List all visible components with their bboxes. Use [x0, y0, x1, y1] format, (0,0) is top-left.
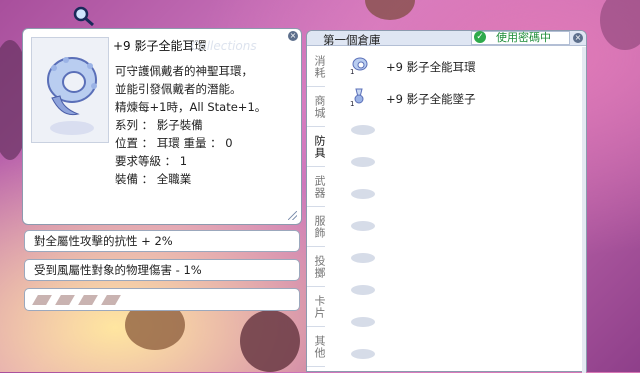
- card-slot[interactable]: [55, 295, 75, 305]
- storage-title: 第一個倉庫: [323, 33, 381, 47]
- description-line: 裝備 ： 全職業: [115, 172, 192, 186]
- empty-slot-icon: [351, 157, 375, 167]
- empty-slot-icon: [351, 189, 375, 199]
- close-icon[interactable]: ×: [288, 31, 298, 41]
- empty-slot[interactable]: [329, 241, 579, 273]
- tab-others[interactable]: 其他: [307, 327, 326, 367]
- tab-consumables[interactable]: 消耗: [307, 47, 326, 87]
- card-slot[interactable]: [101, 295, 121, 305]
- empty-slot-icon: [351, 221, 375, 231]
- close-icon[interactable]: ×: [573, 33, 583, 43]
- item-description: 可守護佩戴者的神聖耳環， 並能引發佩戴者的潛能。 精煉每+1時，All Stat…: [115, 62, 295, 188]
- tab-costumes[interactable]: 服飾: [307, 207, 326, 247]
- description-line: 精煉每+1時，All State+1。: [115, 100, 267, 114]
- empty-slot[interactable]: [329, 113, 579, 145]
- check-icon: ✓: [474, 31, 486, 43]
- password-status-badge: ✓ 使用密碼中: [471, 31, 570, 45]
- resize-handle[interactable]: [288, 211, 297, 220]
- empty-slot-icon: [351, 349, 375, 359]
- tab-armor[interactable]: 防具: [307, 127, 326, 167]
- list-item[interactable]: 1 +9 影子全能墜子: [329, 81, 579, 113]
- earring-icon: 1: [350, 57, 368, 75]
- tab-throwables[interactable]: 投擲: [307, 247, 326, 287]
- storage-window[interactable]: 第一個倉庫 ✓ 使用密碼中 × 消耗 商城 防具 武器 服飾 投擲 卡片 其他 …: [306, 30, 587, 373]
- item-info-window[interactable]: +9 影子全能耳環 Collections × 可守護佩戴者的神聖耳環， 並能引…: [22, 28, 302, 225]
- tab-cards[interactable]: 卡片: [307, 287, 326, 327]
- empty-slot-icon: [351, 125, 375, 135]
- item-label: +9 影子全能墜子: [386, 92, 476, 106]
- empty-slot[interactable]: [329, 177, 579, 209]
- description-line: 系列 ： 影子裝備: [115, 118, 203, 132]
- storage-scrollbar[interactable]: [582, 47, 586, 373]
- empty-slot[interactable]: [329, 209, 579, 241]
- magnifier-cursor-icon: [72, 5, 96, 27]
- storage-tabs: 消耗 商城 防具 武器 服飾 投擲 卡片 其他: [307, 47, 326, 367]
- empty-slot[interactable]: [329, 337, 579, 369]
- password-status-label: 使用密碼中: [496, 31, 551, 44]
- storage-header[interactable]: 第一個倉庫 ✓ 使用密碼中 ×: [307, 31, 586, 47]
- pendant-icon: 1: [350, 88, 364, 107]
- list-item[interactable]: 1 +9 影子全能耳環: [329, 49, 579, 81]
- collections-watermark: Collections: [191, 39, 257, 53]
- item-illustration-frame: [31, 37, 109, 143]
- enchant-option-bar: 對全屬性攻擊的抗性 + 2%: [24, 230, 300, 252]
- tab-mall[interactable]: 商城: [307, 87, 326, 127]
- earring-illustration-icon: [47, 57, 97, 135]
- card-slot[interactable]: [78, 295, 98, 305]
- empty-slot[interactable]: [329, 273, 579, 305]
- empty-slot-icon: [351, 317, 375, 327]
- description-line: 可守護佩戴者的神聖耳環，: [115, 64, 253, 78]
- card-slot[interactable]: [32, 295, 52, 305]
- description-line: 位置 ： 耳環 重量 ： 0: [115, 136, 233, 150]
- item-label: +9 影子全能耳環: [386, 60, 476, 74]
- description-line: 要求等級 ： 1: [115, 154, 188, 168]
- empty-slot-icon: [351, 285, 375, 295]
- empty-slot[interactable]: [329, 145, 579, 177]
- empty-slot-icon: [351, 253, 375, 263]
- storage-item-list: 1 +9 影子全能耳環 1 +9 影子全能墜子: [329, 49, 579, 369]
- empty-slot[interactable]: [329, 305, 579, 337]
- description-line: 並能引發佩戴者的潛能。: [115, 82, 242, 96]
- card-slot-bar: [24, 288, 300, 311]
- tab-weapons[interactable]: 武器: [307, 167, 326, 207]
- enchant-option-bar: 受到風屬性對象的物理傷害 - 1%: [24, 259, 300, 281]
- item-count: 1: [350, 100, 354, 107]
- item-count: 1: [350, 68, 354, 75]
